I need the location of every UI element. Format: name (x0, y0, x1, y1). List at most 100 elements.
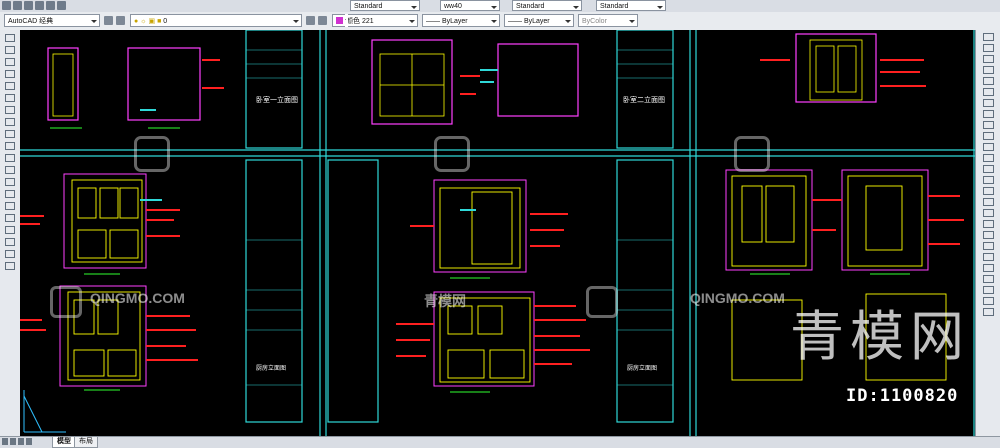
quick-access-toolbar (2, 1, 66, 10)
next-tab-icon[interactable] (18, 438, 24, 445)
sheet-title-2: 卧室二立面图 (623, 95, 665, 104)
sheet-title-4: 厨房立面图 (627, 364, 657, 372)
stretch-icon[interactable] (983, 121, 994, 129)
tab-nav (2, 438, 32, 445)
lineweight-value: ByLayer (523, 18, 550, 25)
insert-block-icon[interactable] (5, 166, 15, 174)
bulb-icon: ● ☼ ▣ ■ (134, 18, 164, 25)
arc-icon[interactable] (5, 94, 15, 102)
color-value: 颜色 221 (346, 18, 374, 25)
table-icon[interactable] (5, 238, 15, 246)
move-icon[interactable] (983, 88, 994, 96)
hatch-icon[interactable] (5, 202, 15, 210)
prev-tab-icon[interactable] (10, 438, 16, 445)
tab-layout[interactable]: 布局 (74, 437, 98, 448)
dim-style-select[interactable]: ww40 (440, 0, 500, 11)
osnap-settings-icon[interactable] (983, 308, 994, 316)
break-icon[interactable] (983, 154, 994, 162)
snap-node-icon[interactable] (983, 242, 994, 250)
properties-toolbar: AutoCAD 经典 ● ☼ ▣ ■ 0 颜色 221 —— ByLayer —… (0, 12, 1000, 31)
text-style-select[interactable]: Standard (350, 0, 420, 11)
watermark-cn-text: 青模网 (424, 293, 466, 309)
new-icon[interactable] (2, 1, 11, 10)
snap-nearest-icon[interactable] (983, 297, 994, 305)
print-icon[interactable] (35, 1, 44, 10)
model-space-canvas[interactable]: 卧室一立面图 卧室二立面图 厨房立面图 厨房立面图 QINGMO.COM QIN… (20, 30, 975, 436)
point-icon[interactable] (5, 190, 15, 198)
plotstyle-select[interactable]: ByColor (578, 14, 638, 27)
ellipse-arc-icon[interactable] (5, 154, 15, 162)
mtext-icon[interactable] (5, 250, 15, 258)
drawing-svg: 卧室一立面图 卧室二立面图 厨房立面图 厨房立面图 (20, 30, 975, 436)
make-block-icon[interactable] (5, 178, 15, 186)
watermark-text: QINGMO.COM (90, 290, 185, 306)
color-swatch-icon (336, 17, 343, 24)
mleader-style-value: Standard (600, 3, 629, 10)
sheet-title-1: 卧室一立面图 (256, 95, 298, 104)
redo-icon[interactable] (57, 1, 66, 10)
plotstyle-value: ByColor (582, 18, 607, 25)
workspace-select[interactable]: AutoCAD 经典 (4, 14, 100, 27)
region-icon[interactable] (5, 226, 15, 234)
spacer (345, 14, 348, 27)
trim-icon[interactable] (983, 132, 994, 140)
mleader-style-select[interactable]: Standard (596, 0, 666, 11)
text-style-value: Standard (354, 3, 383, 10)
lineweight-select[interactable]: —— ByLayer (504, 14, 574, 27)
id-watermark: ID:1100820 (846, 386, 959, 406)
ellipse-icon[interactable] (5, 142, 15, 150)
layer-manager-icon[interactable] (116, 16, 125, 25)
polygon-icon[interactable] (5, 70, 15, 78)
snap-intersect-icon[interactable] (983, 264, 994, 272)
spline-icon[interactable] (5, 130, 15, 138)
add-selected-icon[interactable] (5, 262, 15, 270)
logo-watermark-icon (734, 136, 770, 172)
save-icon[interactable] (24, 1, 33, 10)
rotate-icon[interactable] (983, 99, 994, 107)
sheet-title-3: 厨房立面图 (256, 364, 286, 372)
logo-watermark-icon (134, 136, 170, 172)
layer-select[interactable]: ● ☼ ▣ ■ 0 (130, 14, 302, 27)
chamfer-icon[interactable] (983, 176, 994, 184)
circle-icon[interactable] (5, 106, 15, 114)
copy-icon[interactable] (983, 44, 994, 52)
layout-tabs: 模型 布局 (0, 436, 1000, 448)
watermark-big-text: 青模网 (790, 305, 970, 368)
offset-icon[interactable] (983, 66, 994, 74)
ucs-icon (23, 390, 66, 433)
snap-perp-icon[interactable] (983, 275, 994, 283)
snap-endpoint-icon[interactable] (983, 209, 994, 217)
erase-icon[interactable] (983, 33, 994, 41)
watermark-text: QINGMO.COM (690, 290, 785, 306)
extend-icon[interactable] (983, 143, 994, 151)
logo-watermark-icon (434, 136, 470, 172)
line-icon[interactable] (5, 34, 15, 42)
fillet-icon[interactable] (983, 187, 994, 195)
construction-line-icon[interactable] (5, 46, 15, 54)
tab-model[interactable]: 模型 (52, 437, 76, 448)
snap-center-icon[interactable] (983, 231, 994, 239)
make-current-icon[interactable] (318, 16, 327, 25)
first-tab-icon[interactable] (2, 438, 8, 445)
open-icon[interactable] (13, 1, 22, 10)
scale-icon[interactable] (983, 110, 994, 118)
mirror-icon[interactable] (983, 55, 994, 63)
snap-midpoint-icon[interactable] (983, 220, 994, 228)
linetype-select[interactable]: —— ByLayer (422, 14, 500, 27)
snap-quadrant-icon[interactable] (983, 253, 994, 261)
rectangle-icon[interactable] (5, 82, 15, 90)
revcloud-icon[interactable] (5, 118, 15, 126)
settings-icon[interactable] (104, 16, 113, 25)
draw-toolbar (0, 30, 21, 436)
explode-icon[interactable] (983, 198, 994, 206)
last-tab-icon[interactable] (26, 438, 32, 445)
array-icon[interactable] (983, 77, 994, 85)
join-icon[interactable] (983, 165, 994, 173)
snap-tangent-icon[interactable] (983, 286, 994, 294)
table-style-select[interactable]: Standard (512, 0, 582, 11)
polyline-icon[interactable] (5, 58, 15, 66)
undo-icon[interactable] (46, 1, 55, 10)
gradient-icon[interactable] (5, 214, 15, 222)
layer-previous-icon[interactable] (306, 16, 315, 25)
workspace-value: AutoCAD 经典 (8, 18, 54, 25)
